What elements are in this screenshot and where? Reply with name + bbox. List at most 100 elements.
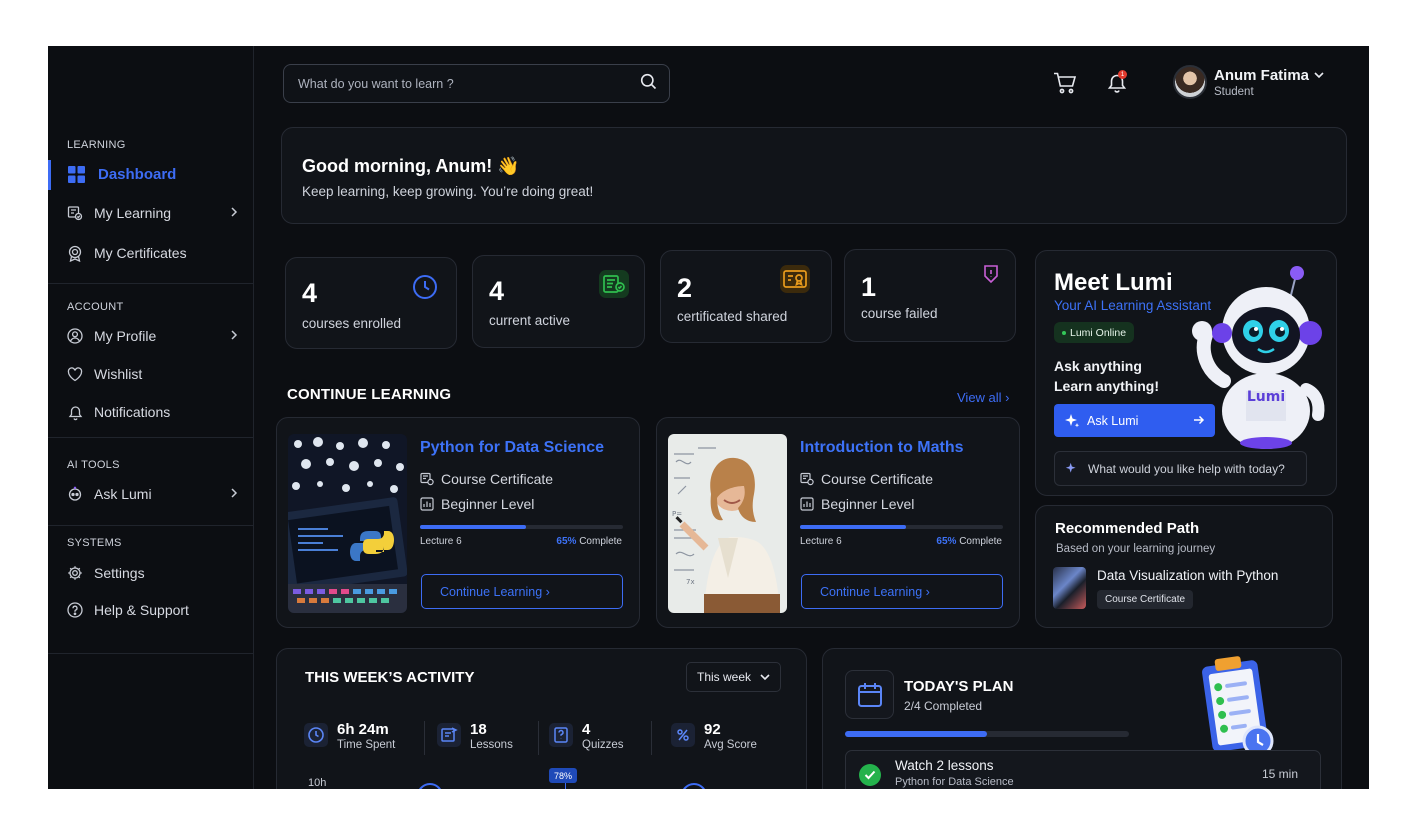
sidebar-item-my-certificates[interactable]: My Certificates [66, 239, 238, 267]
course-progress-bar [800, 525, 1003, 529]
stat-card-active[interactable]: 4 current active [472, 255, 645, 348]
continue-learning-button[interactable]: Continue Learning › [421, 574, 623, 609]
course-level-row: Beginner Level [420, 496, 534, 512]
view-all-link[interactable]: View all › [957, 390, 1010, 405]
metric-avg-score: 92 Avg Score [671, 721, 757, 751]
lumi-tagline-line2: Learn anything! [1054, 378, 1160, 394]
level-icon [420, 497, 434, 511]
stat-label: certificated shared [677, 309, 788, 324]
sidebar-item-label: Wishlist [94, 366, 143, 382]
stat-value: 4 [302, 278, 318, 308]
sidebar-item-help-support[interactable]: Help & Support [66, 596, 238, 624]
recommended-path-card[interactable]: Recommended Path Based on your learning … [1035, 505, 1333, 628]
sidebar-item-my-profile[interactable]: My Profile [66, 322, 238, 350]
score-icon [671, 723, 695, 747]
course-active-icon [599, 270, 629, 298]
dashboard-icon [67, 165, 85, 183]
chevron-down-icon [1314, 71, 1324, 79]
gear-icon [66, 564, 84, 582]
user-name: Anum Fatima [1214, 66, 1310, 84]
clock-icon [304, 723, 328, 747]
continue-learning-title: CONTINUE LEARNING [287, 386, 452, 403]
sparkle-icon [1065, 462, 1078, 475]
sidebar-divider [48, 283, 254, 284]
metric-quizzes: 4 Quizzes [549, 721, 624, 751]
certificate-icon [800, 472, 814, 486]
plan-progress-bar [845, 731, 1129, 737]
course-certificate-row: Course Certificate [800, 471, 933, 487]
lumi-status-badge: Lumi Online [1054, 322, 1135, 343]
metric-label: Quizzes [582, 739, 624, 751]
period-select-value: This week [697, 670, 752, 684]
stat-label: courses enrolled [302, 316, 402, 331]
greeting-title: Good morning, Anum! 👋 [302, 156, 520, 176]
period-select[interactable]: This week [686, 662, 781, 692]
sidebar-item-settings[interactable]: Settings [66, 559, 238, 587]
course-title[interactable]: Python for Data Science [420, 439, 604, 457]
course-title[interactable]: Introduction to Maths [800, 439, 964, 457]
task-duration: 15 min [1261, 767, 1298, 781]
sidebar-item-label: Ask Lumi [94, 486, 152, 502]
metric-label: Avg Score [704, 739, 757, 751]
sidebar-item-ask-lumi[interactable]: Ask Lumi [66, 480, 238, 508]
course-percent-value: 65% [556, 536, 577, 547]
sidebar-item-dashboard[interactable]: Dashboard [67, 160, 239, 188]
stat-card-certificates[interactable]: 2 certificated shared [660, 250, 832, 343]
lumi-tagline: Ask anything Learn anything! [1054, 356, 1159, 396]
chart-highlight-badge: 78% [549, 768, 578, 783]
learning-icon [66, 204, 84, 222]
sidebar-item-notifications[interactable]: Notifications [66, 398, 238, 426]
calendar-icon [845, 670, 894, 719]
course-percent-label: Complete [576, 536, 622, 547]
stat-card-failed[interactable]: 1 course failed [844, 249, 1016, 342]
check-circle-icon[interactable] [859, 764, 881, 786]
clipboard-illustration [1201, 655, 1277, 759]
continue-learning-button[interactable]: Continue Learning › [801, 574, 1003, 609]
section-label-systems: SYSTEMS [67, 537, 122, 549]
recommended-course-title[interactable]: Data Visualization with Python [1097, 568, 1278, 583]
stat-card-enrolled[interactable]: 4 courses enrolled [285, 257, 457, 349]
plan-task-item[interactable]: Watch 2 lessons Python for Data Science … [845, 750, 1321, 789]
course-level-row: Beginner Level [800, 496, 914, 512]
notification-bell-icon[interactable]: 1 [1104, 70, 1130, 96]
user-menu[interactable]: Anum Fatima Student [1173, 65, 1324, 99]
lumi-assistant-card: Meet Lumi Your AI Learning Assistant Lum… [1035, 250, 1337, 496]
sparkle-icon [1064, 413, 1080, 429]
lumi-tagline-line1: Ask anything [1054, 358, 1142, 374]
course-card[interactable]: Python for Data Science Course Certifica… [276, 417, 640, 628]
course-progress-fill [800, 525, 906, 529]
search-bar[interactable] [283, 64, 670, 103]
sidebar-item-label: My Certificates [94, 245, 187, 261]
weekly-activity-card: THIS WEEK’S ACTIVITY This week 6h 24m Tim… [276, 648, 807, 789]
chart-point [681, 783, 707, 789]
course-percent: 65% Complete [556, 536, 622, 547]
todays-plan-card: TODAY'S PLAN 2/4 Completed Watch 2 lesso… [822, 648, 1342, 789]
course-card[interactable]: P= 7x Introduction to Maths Course Certif… [656, 417, 1020, 628]
main-content: 1 Anum Fatima Student Good morning, Anum… [255, 46, 1369, 789]
search-input[interactable] [298, 76, 640, 91]
cart-icon[interactable] [1052, 70, 1078, 96]
chevron-right-icon [230, 205, 238, 221]
search-icon[interactable] [640, 73, 657, 95]
metric-value: 6h 24m [337, 721, 389, 738]
metric-divider [538, 721, 539, 755]
sidebar-item-wishlist[interactable]: Wishlist [66, 360, 238, 388]
course-thumbnail-python [288, 434, 407, 613]
metric-lessons: 18 Lessons [437, 721, 513, 751]
chevron-right-icon [230, 328, 238, 344]
quiz-icon [549, 723, 573, 747]
certificate-shared-icon [780, 265, 810, 293]
chart-y-label: 10h [308, 777, 327, 789]
lumi-title: Meet Lumi [1054, 269, 1173, 296]
course-certificate-label: Course Certificate [821, 471, 934, 487]
lumi-help-input[interactable]: What would you like help with today? [1054, 451, 1307, 486]
course-thumbnail-maths: P= 7x [668, 434, 787, 613]
course-lecture: Lecture 6 [420, 536, 462, 547]
sidebar-divider [48, 525, 254, 526]
certificate-icon [66, 244, 84, 262]
clock-icon [410, 273, 440, 301]
metric-divider [424, 721, 425, 755]
sidebar-item-my-learning[interactable]: My Learning [66, 199, 238, 227]
metric-divider [651, 721, 652, 755]
plan-subtitle: 2/4 Completed [904, 699, 983, 713]
